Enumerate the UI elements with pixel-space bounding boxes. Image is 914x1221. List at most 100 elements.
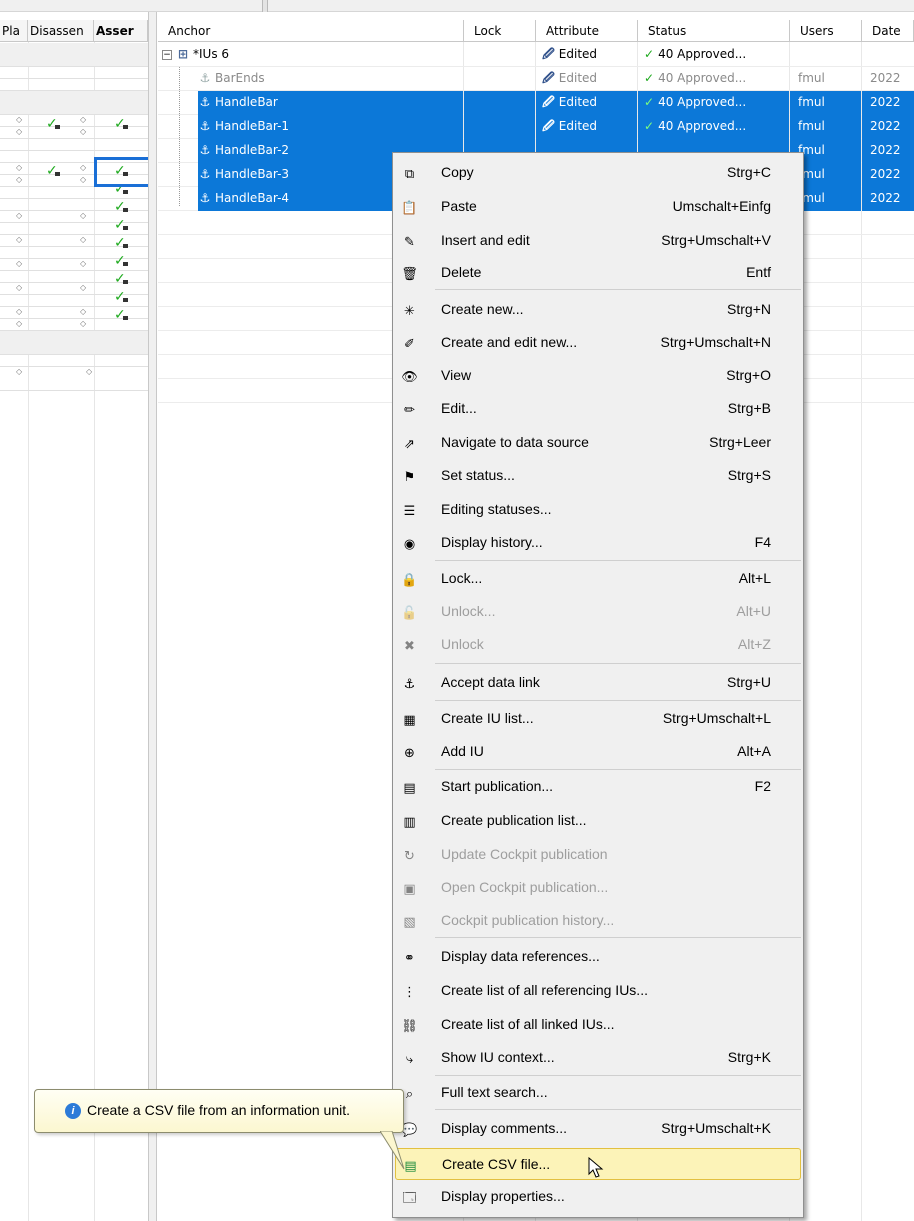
table-row[interactable]: − ⊞ *IUs 6 🖉 Edited ✓ 40 Approved... — [158, 43, 914, 67]
approved-check-icon[interactable]: ✓ — [114, 218, 128, 232]
left-group-row — [0, 91, 148, 115]
approved-check-icon[interactable]: ✓ — [114, 117, 128, 131]
approved-check-icon[interactable]: ✓ — [114, 254, 128, 268]
diamond-marker-icon[interactable]: ◇ — [80, 127, 86, 137]
menu-item-list-referencing-ius[interactable]: ⋮ Create list of all referencing IUs... — [395, 975, 801, 1007]
menu-item-delete[interactable]: 🗑 Delete Entf — [395, 257, 801, 289]
col-header-status[interactable]: Status — [638, 20, 790, 42]
menu-item-lock[interactable]: 🔒 Lock... Alt+L — [395, 563, 801, 595]
table-row[interactable]: ⚓ HandleBar 🖉 Edited ✓ 40 Approved... fmul … — [158, 91, 914, 115]
diamond-marker-icon[interactable]: ◇ — [16, 259, 22, 269]
pane-divider-handle[interactable] — [262, 0, 268, 12]
approved-check-icon: ✓ — [644, 71, 655, 85]
tooltip: i Create a CSV file from an information … — [34, 1089, 404, 1133]
col-header-date[interactable]: Date — [862, 20, 914, 42]
menu-item-create-edit-new[interactable]: ✐ Create and edit new... Strg+Umschalt+N — [395, 327, 801, 359]
col-header-users[interactable]: Users — [790, 20, 862, 42]
menu-item-force-unlock[interactable]: ✖ Unlock Alt+Z — [395, 629, 801, 661]
table-row[interactable]: ⚓ BarEnds 🖉 Edited ✓ 40 Approved... fmul 20… — [158, 67, 914, 91]
left-row — [0, 283, 148, 295]
left-col-header-disassembly[interactable]: Disassen — [28, 20, 94, 42]
menu-item-create-iu-list[interactable]: ▦ Create IU list... Strg+Umschalt+L — [395, 703, 801, 735]
diamond-marker-icon[interactable]: ◇ — [16, 283, 22, 293]
approved-check-icon[interactable]: ✓ — [114, 308, 128, 322]
left-row — [0, 247, 148, 259]
col-header-anchor[interactable]: Anchor — [158, 20, 464, 42]
menu-item-copy[interactable]: ⧉ Copy Strg+C — [395, 157, 801, 189]
menu-item-start-publication[interactable]: ▤ Start publication... F2 — [395, 771, 801, 803]
menu-item-open-cockpit-publication[interactable]: ▣ Open Cockpit publication... — [395, 872, 801, 904]
diamond-marker-icon[interactable]: ◇ — [80, 163, 86, 173]
diamond-marker-icon[interactable]: ◇ — [80, 283, 86, 293]
menu-item-edit[interactable]: ✏ Edit... Strg+B — [395, 393, 801, 425]
menu-item-display-properties[interactable]: 🗔 Display properties... — [395, 1181, 801, 1213]
edit-icon: ✏ — [404, 402, 415, 417]
approved-check-icon: ✓ — [644, 47, 655, 61]
menu-item-display-data-references[interactable]: ⚭ Display data references... — [395, 941, 801, 973]
diamond-marker-icon[interactable]: ◇ — [80, 319, 86, 329]
diamond-marker-icon[interactable]: ◇ — [16, 235, 22, 245]
diamond-marker-icon[interactable]: ◇ — [16, 175, 22, 185]
col-header-lock[interactable]: Lock — [464, 20, 536, 42]
context-menu: ⧉ Copy Strg+C 📋 Paste Umschalt+Einfg ✎ Insert… — [392, 152, 804, 1218]
diamond-marker-icon[interactable]: ◇ — [80, 211, 86, 221]
diamond-marker-icon[interactable]: ◇ — [80, 175, 86, 185]
diamond-marker-icon[interactable]: ◇ — [80, 307, 86, 317]
menu-item-insert-edit[interactable]: ✎ Insert and edit Strg+Umschalt+V — [395, 225, 801, 257]
info-icon: i — [65, 1103, 81, 1119]
menu-item-full-text-search[interactable]: ⌕ Full text search... — [395, 1077, 801, 1109]
approved-check-icon[interactable]: ✓ — [114, 272, 128, 286]
anchor-icon: ⚓ — [199, 143, 211, 157]
users-value: fmul — [790, 91, 861, 115]
menu-item-create-publication-list[interactable]: ▥ Create publication list... — [395, 805, 801, 837]
anchor-icon: ⚓ — [199, 71, 211, 85]
pencil-icon: 🖉 — [542, 95, 555, 109]
menu-item-add-iu[interactable]: ⊕ Add IU Alt+A — [395, 736, 801, 768]
insert-edit-icon: ✎ — [404, 234, 415, 249]
diamond-marker-icon[interactable]: ◇ — [16, 307, 22, 317]
pane-splitter[interactable] — [148, 12, 157, 1221]
approved-check-icon[interactable]: ✓ — [114, 200, 128, 214]
left-col-header-pla[interactable]: Pla — [0, 20, 28, 42]
date-value: 2022 — [862, 91, 914, 115]
attribute-value: Edited — [558, 95, 598, 109]
menu-item-show-iu-context[interactable]: ⤷ Show IU context... Strg+K — [395, 1042, 801, 1074]
diamond-marker-icon[interactable]: ◇ — [80, 259, 86, 269]
navigate-icon: ⇗ — [404, 436, 415, 451]
menu-item-update-cockpit-publication[interactable]: ↻ Update Cockpit publication — [395, 839, 801, 871]
diamond-marker-icon[interactable]: ◇ — [16, 127, 22, 137]
diamond-marker-icon[interactable]: ◇ — [16, 319, 22, 329]
anchor-name: HandleBar — [215, 95, 278, 109]
menu-item-create-new[interactable]: ✳ Create new... Strg+N — [395, 294, 801, 326]
menu-item-list-linked-ius[interactable]: ⛓ Create list of all linked IUs... — [395, 1009, 801, 1041]
diamond-marker-icon[interactable]: ◇ — [16, 115, 22, 125]
attribute-value: Edited — [558, 71, 598, 85]
left-group-row — [0, 331, 148, 355]
menu-item-paste[interactable]: 📋 Paste Umschalt+Einfg — [395, 191, 801, 223]
diamond-marker-icon[interactable]: ◇ — [80, 115, 86, 125]
left-col-header-assembly[interactable]: Asser — [94, 20, 148, 42]
selected-matrix-cell[interactable] — [94, 157, 148, 187]
date-value: 2022 — [862, 115, 914, 139]
menu-item-cockpit-publication-history[interactable]: ▧ Cockpit publication history... — [395, 905, 801, 937]
approved-check-icon[interactable]: ✓ — [46, 164, 60, 178]
diamond-marker-icon[interactable]: ◇ — [80, 235, 86, 245]
diamond-marker-icon[interactable]: ◇ — [86, 367, 92, 377]
approved-check-icon[interactable]: ✓ — [46, 117, 60, 131]
menu-item-view[interactable]: 👁 View Strg+O — [395, 360, 801, 392]
table-row[interactable]: ⚓ HandleBar-1 🖉 Edited ✓ 40 Approved... fmu… — [158, 115, 914, 139]
menu-item-display-comments[interactable]: 💬 Display comments... Strg+Umschalt+K — [395, 1113, 801, 1145]
approved-check-icon[interactable]: ✓ — [114, 290, 128, 304]
menu-item-editing-statuses[interactable]: ☰ Editing statuses... — [395, 494, 801, 526]
menu-item-unlock[interactable]: 🔓 Unlock... Alt+U — [395, 596, 801, 628]
menu-item-set-status[interactable]: ⚑ Set status... Strg+S — [395, 460, 801, 492]
tree-collapse-icon[interactable]: − — [162, 49, 172, 60]
col-header-attribute[interactable]: Attribute — [536, 20, 638, 42]
diamond-marker-icon[interactable]: ◇ — [16, 163, 22, 173]
approved-check-icon[interactable]: ✓ — [114, 236, 128, 250]
menu-item-accept-data-link[interactable]: ⚓ Accept data link Strg+U — [395, 667, 801, 699]
diamond-marker-icon[interactable]: ◇ — [16, 367, 22, 377]
menu-item-display-history[interactable]: ◉ Display history... F4 — [395, 527, 801, 559]
menu-item-navigate-data-source[interactable]: ⇗ Navigate to data source Strg+Leer — [395, 427, 801, 459]
diamond-marker-icon[interactable]: ◇ — [16, 211, 22, 221]
